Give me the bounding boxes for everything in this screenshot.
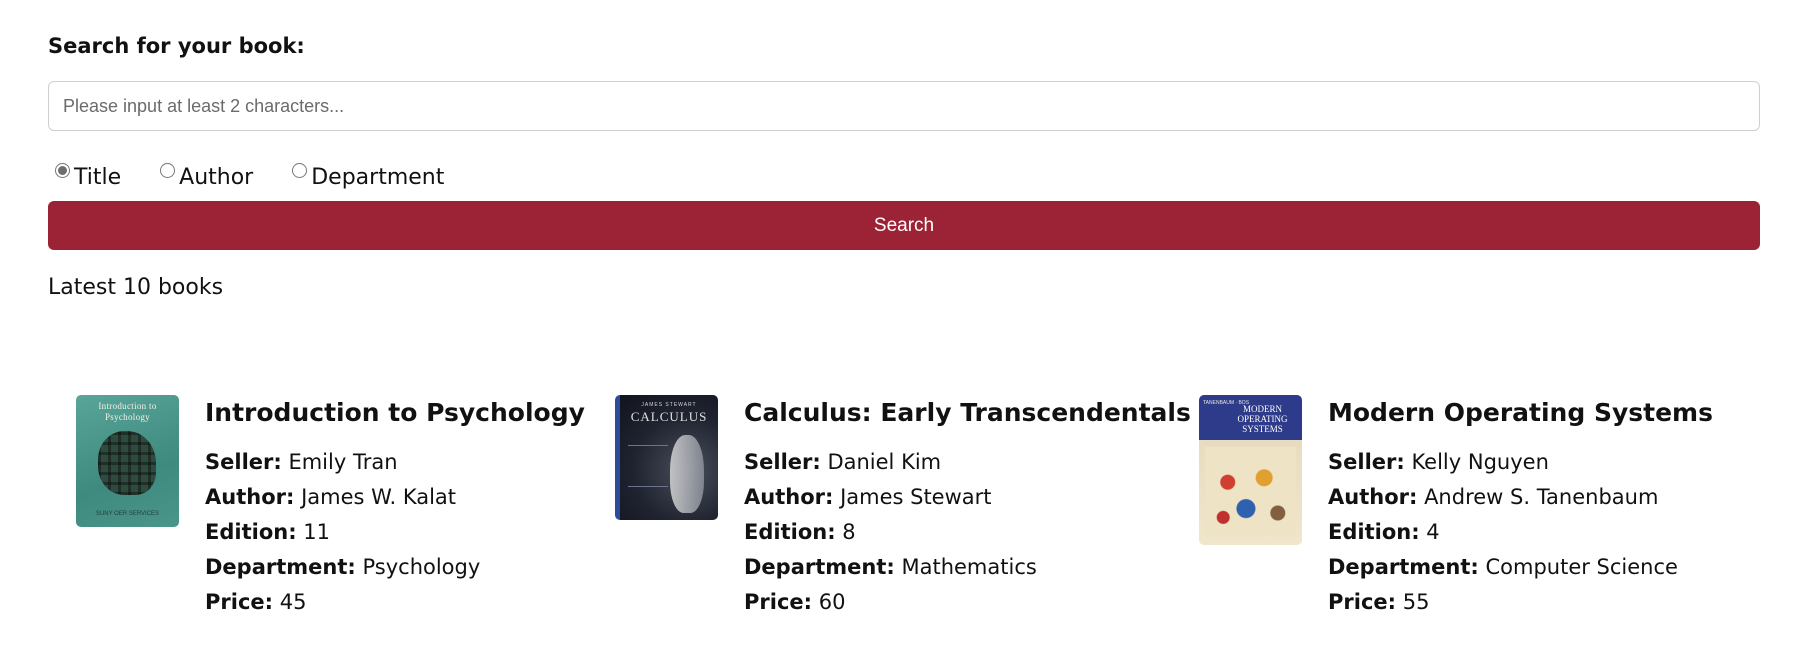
radio-option-department[interactable]: Department bbox=[285, 160, 444, 190]
book-edition: Edition: 11 bbox=[205, 520, 331, 544]
book-card[interactable]: TANENBAUM · BOS MODERN OPERATING SYSTEMS… bbox=[1199, 395, 1713, 620]
book-price: Price: 60 bbox=[744, 590, 846, 614]
radio-author[interactable] bbox=[160, 163, 176, 178]
cover-head-artwork bbox=[98, 431, 156, 495]
radio-title[interactable] bbox=[55, 163, 70, 178]
book-author: Author: Andrew S. Tanenbaum bbox=[1328, 485, 1659, 509]
book-price: Price: 55 bbox=[1328, 590, 1430, 614]
book-seller: Seller: Emily Tran bbox=[205, 450, 398, 474]
search-label: Search for your book: bbox=[48, 34, 305, 58]
book-cover-image[interactable]: TANENBAUM · BOS MODERN OPERATING SYSTEMS bbox=[1199, 395, 1302, 545]
radio-title-label: Title bbox=[74, 165, 122, 190]
book-cover-image[interactable]: JAMES STEWART CALCULUS bbox=[615, 395, 718, 520]
book-cover-image[interactable]: Introduction to Psychology SUNY OER SERV… bbox=[76, 395, 179, 527]
book-author: Author: James Stewart bbox=[744, 485, 992, 509]
cover-title: MODERN OPERATING SYSTEMS bbox=[1237, 404, 1288, 434]
latest-books-heading: Latest 10 books bbox=[48, 275, 224, 300]
search-input[interactable] bbox=[48, 81, 1760, 131]
book-seller: Seller: Kelly Nguyen bbox=[1328, 450, 1549, 474]
cover-line-artwork bbox=[628, 445, 668, 487]
book-info: Calculus: Early Transcendentals Seller: … bbox=[744, 395, 1191, 620]
book-department: Department: Psychology bbox=[205, 555, 481, 579]
book-edition: Edition: 8 bbox=[744, 520, 856, 544]
radio-option-author[interactable]: Author bbox=[153, 160, 253, 190]
cover-violin-artwork bbox=[670, 435, 704, 513]
book-card[interactable]: JAMES STEWART CALCULUS Calculus: Early T… bbox=[615, 395, 1191, 620]
book-price: Price: 45 bbox=[205, 590, 307, 614]
book-card[interactable]: Introduction to Psychology SUNY OER SERV… bbox=[76, 395, 585, 620]
cover-title: Introduction to Psychology bbox=[98, 401, 157, 422]
book-info: Modern Operating Systems Seller: Kelly N… bbox=[1328, 395, 1713, 620]
book-department: Department: Computer Science bbox=[1328, 555, 1678, 579]
book-title[interactable]: Calculus: Early Transcendentals bbox=[744, 398, 1191, 427]
book-seller: Seller: Daniel Kim bbox=[744, 450, 942, 474]
cover-author: SUNY OER SERVICES bbox=[95, 511, 160, 517]
radio-department[interactable] bbox=[292, 163, 308, 178]
book-title[interactable]: Modern Operating Systems bbox=[1328, 398, 1713, 427]
cover-title: CALCULUS bbox=[630, 409, 708, 424]
page: Search for your book: Title Author Depar… bbox=[0, 0, 1804, 652]
cover-author: JAMES STEWART bbox=[641, 402, 697, 408]
search-button[interactable]: Search bbox=[48, 201, 1760, 250]
radio-author-label: Author bbox=[179, 165, 254, 190]
book-author: Author: James W. Kalat bbox=[205, 485, 457, 509]
cover-cartoon-artwork bbox=[1205, 447, 1296, 535]
radio-option-title[interactable]: Title bbox=[48, 160, 121, 190]
book-title[interactable]: Introduction to Psychology bbox=[205, 398, 585, 427]
book-department: Department: Mathematics bbox=[744, 555, 1037, 579]
radio-department-label: Department bbox=[311, 165, 445, 190]
search-type-radio-group: Title Author Department bbox=[48, 160, 476, 190]
book-info: Introduction to Psychology Seller: Emily… bbox=[205, 395, 585, 620]
book-edition: Edition: 4 bbox=[1328, 520, 1440, 544]
